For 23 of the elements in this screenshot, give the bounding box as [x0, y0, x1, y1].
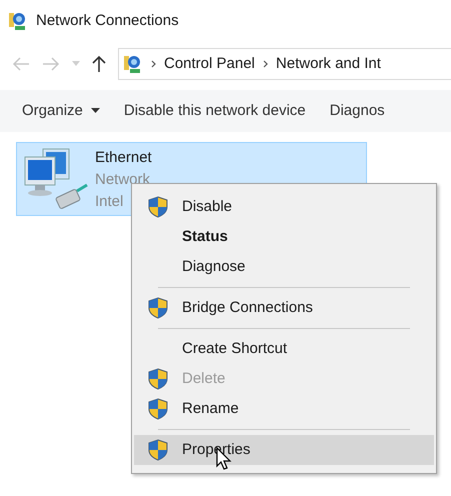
toolbar-button[interactable]: Diagnos [330, 100, 385, 122]
breadcrumb[interactable]: Control Panel [164, 52, 255, 76]
back-icon[interactable] [12, 57, 30, 71]
toolbar-button[interactable]: Disable this network device [124, 100, 306, 122]
chevron-right-icon [151, 60, 156, 68]
forward-icon[interactable] [42, 57, 60, 71]
menu-item[interactable]: Bridge Connections [134, 293, 434, 323]
breadcrumb[interactable]: Network and Int [276, 52, 381, 76]
menu-item[interactable]: Status [134, 222, 434, 252]
recent-dropdown-icon[interactable] [72, 61, 80, 67]
up-icon[interactable] [92, 55, 106, 73]
address-bar[interactable]: Control Panel Network and Int [118, 48, 451, 80]
menu-item[interactable]: Rename [134, 394, 434, 424]
window-title: Network Connections [36, 10, 179, 31]
connection-device: Intel [95, 192, 124, 212]
network-folder-icon [8, 11, 28, 31]
network-folder-icon [123, 54, 143, 74]
toolbar-button[interactable]: Organize [22, 100, 100, 122]
menu-item[interactable]: Diagnose [134, 252, 434, 282]
connection-name: Ethernet [95, 148, 152, 168]
chevron-right-icon [262, 60, 268, 68]
connection-status: Network [95, 170, 152, 190]
menu-item[interactable]: Create Shortcut [134, 334, 434, 364]
